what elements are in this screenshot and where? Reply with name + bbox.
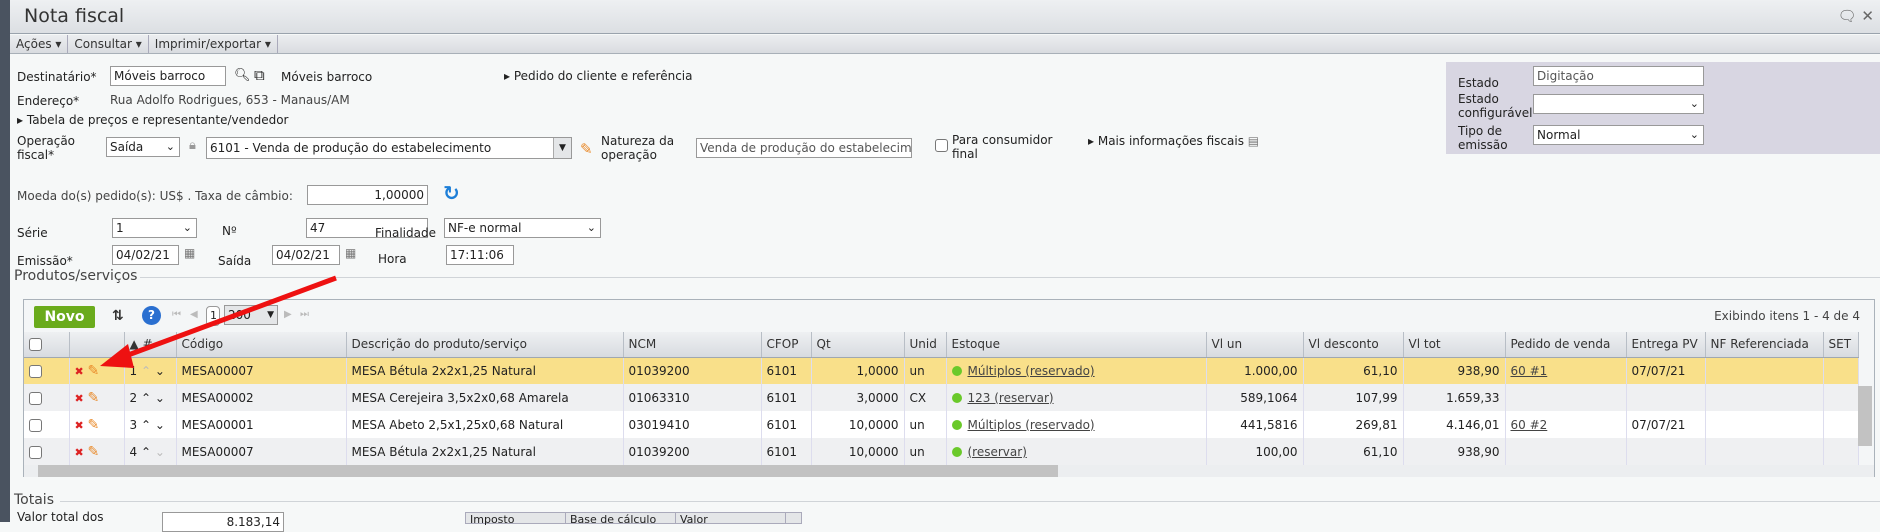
annotation-arrow xyxy=(100,275,337,368)
arrow-shaft xyxy=(119,275,337,361)
arrow-head xyxy=(100,344,134,368)
